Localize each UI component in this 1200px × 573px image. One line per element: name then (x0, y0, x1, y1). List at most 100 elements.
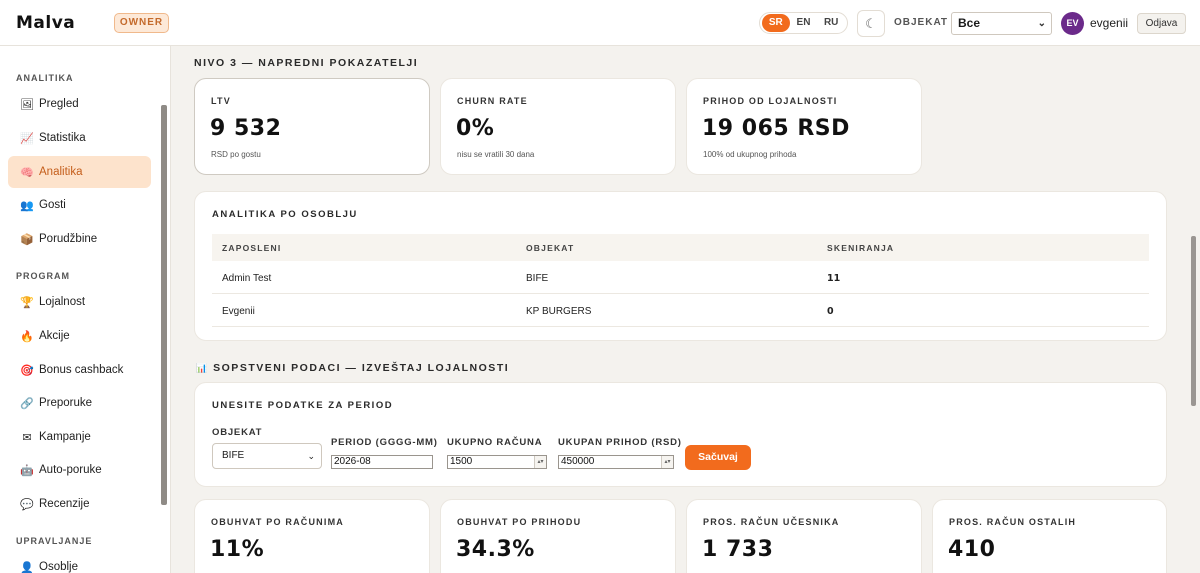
report-section-title: 📊 SOPSTVENI PODACI — IZVEŠTAJ LOJALNOSTI (196, 362, 509, 374)
kpi-value: 9 532 (210, 116, 282, 141)
kpi-label: OBUHVAT PO PRIHODU (457, 517, 582, 527)
column-header-object[interactable]: OBJEKAT (526, 243, 574, 253)
top-bar: Malva OWNER SR EN RU ☾ OBJEKAT Все ⌄ EV … (0, 0, 1200, 46)
sidebar-item-porudzbine[interactable]: 📦 Porudžbine (8, 223, 151, 255)
lang-ru-button[interactable]: RU (817, 14, 845, 32)
report-section-title-text: SOPSTVENI PODACI — IZVEŠTAJ LOJALNOSTI (213, 362, 510, 374)
save-button[interactable]: Sačuvaj (685, 445, 751, 470)
sidebar-item-label: Lojalnost (39, 296, 86, 308)
sidebar-item-auto-poruke[interactable]: 🤖 Auto-poruke (8, 454, 151, 486)
cell-employee: Admin Test (222, 273, 272, 284)
package-icon: 📦 (20, 233, 34, 246)
logout-button[interactable]: Odjava (1137, 13, 1186, 34)
table-row: Evgenii KP BURGERS 0 (212, 294, 1149, 327)
kpi-value: 11% (210, 537, 265, 562)
level3-section-title: NIVO 3 — NAPREDNI POKAZATELJI (194, 57, 419, 69)
kpi-card-receipt-coverage: OBUHVAT PO RAČUNIMA 11% (194, 499, 430, 573)
chart-icon: 📈 (20, 132, 34, 145)
kpi-value: 34.3% (456, 537, 535, 562)
sidebar-item-label: Recenzije (39, 498, 90, 510)
moon-icon: ☾ (865, 16, 877, 31)
kpi-card-revenue-coverage: OBUHVAT PO PRIHODU 34.3% (440, 499, 676, 573)
period-field-label: PERIOD (GGGG-MM) (331, 437, 438, 448)
receipts-input[interactable]: 1500 ▴▾ (447, 455, 547, 469)
sidebar-item-label: Analitika (39, 166, 83, 178)
link-icon: 🔗 (20, 397, 34, 410)
sidebar-scrollbar[interactable] (161, 105, 167, 505)
fire-icon: 🔥 (20, 330, 34, 343)
object-filter-value: Все (958, 16, 981, 30)
sidebar-item-recenzije[interactable]: 💬 Recenzije (8, 488, 151, 520)
kpi-card-ltv: LTV 9 532 RSD po gostu (194, 78, 430, 175)
sidebar-section-analitika: ANALITIKA (16, 73, 74, 83)
report-form-title: UNESITE PODATKE ZA PERIOD (212, 400, 394, 411)
chevron-down-icon: ⌄ (1037, 18, 1046, 29)
sidebar-section-program: PROGRAM (16, 271, 70, 281)
kpi-card-loyalty-revenue: PRIHOD OD LOJALNOSTI 19 065 RSD 100% od … (686, 78, 922, 175)
object-select-value: BIFE (222, 450, 245, 461)
column-header-employee[interactable]: ZAPOSLENI (222, 243, 281, 253)
kpi-subtext: 100% od ukupnog prihoda (703, 150, 797, 159)
app-logo[interactable]: Malva (16, 13, 75, 33)
revenue-input-value: 450000 (561, 456, 595, 467)
object-filter-label: OBJEKAT (894, 17, 949, 28)
kpi-value: 410 (948, 537, 996, 562)
cell-scans: 11 (827, 273, 841, 284)
table-row: Admin Test BIFE 11 (212, 261, 1149, 294)
object-filter-select[interactable]: Все ⌄ (951, 12, 1052, 35)
picture-icon: 🖼 (20, 98, 34, 111)
revenue-field-label: UKUPAN PRIHOD (RSD) (558, 437, 682, 448)
object-field-label: OBJEKAT (212, 427, 263, 438)
sidebar-item-gosti[interactable]: 👥 Gosti (8, 189, 151, 221)
kpi-subtext: nisu se vratili 30 dana (457, 150, 535, 159)
sidebar-item-analitika[interactable]: 🧠 Analitika (8, 156, 151, 188)
theme-toggle-button[interactable]: ☾ (857, 10, 885, 37)
staff-analytics-card: ANALITIKA PO OSOBLJU ZAPOSLENI OBJEKAT S… (194, 191, 1167, 341)
object-select[interactable]: BIFE ⌄ (212, 443, 322, 469)
sidebar-item-statistika[interactable]: 📈 Statistika (8, 122, 151, 154)
kpi-value: 0% (456, 116, 495, 141)
lang-sr-button[interactable]: SR (762, 14, 790, 32)
table-header: ZAPOSLENI OBJEKAT SKENIRANJA (212, 234, 1149, 261)
period-input-value: 2026-08 (334, 456, 371, 467)
kpi-label: OBUHVAT PO RAČUNIMA (211, 517, 344, 527)
cell-object: KP BURGERS (526, 306, 592, 317)
receipts-field-label: UKUPNO RAČUNA (447, 437, 543, 448)
sidebar-item-label: Akcije (39, 330, 70, 342)
sidebar-item-label: Bonus cashback (39, 364, 124, 376)
sidebar-item-label: Statistika (39, 132, 86, 144)
sidebar-item-pregled[interactable]: 🖼 Pregled (8, 88, 151, 120)
revenue-input[interactable]: 450000 ▴▾ (558, 455, 674, 469)
sidebar-item-label: Pregled (39, 98, 79, 110)
cell-scans: 0 (827, 306, 834, 317)
kpi-card-churn-rate: CHURN RATE 0% nisu se vratili 30 dana (440, 78, 676, 175)
chevron-down-icon: ⌄ (307, 451, 315, 461)
page-scrollbar[interactable] (1191, 236, 1196, 406)
cell-employee: Evgenii (222, 306, 255, 317)
stepper-arrows-icon[interactable]: ▴▾ (661, 456, 673, 468)
sidebar-item-kampanje[interactable]: ✉ Kampanje (8, 421, 151, 453)
column-header-scans[interactable]: SKENIRANJA (827, 243, 894, 253)
speech-bubble-icon: 💬 (20, 498, 34, 511)
sidebar-item-bonus-cashback[interactable]: 🎯 Bonus cashback (8, 354, 151, 386)
stepper-arrows-icon[interactable]: ▴▾ (534, 456, 546, 468)
sidebar-item-label: Gosti (39, 199, 66, 211)
user-avatar[interactable]: EV (1061, 12, 1084, 35)
sidebar-item-label: Auto-poruke (39, 464, 102, 476)
role-badge: OWNER (114, 13, 169, 33)
sidebar-item-osoblje[interactable]: 👤 Osoblje (8, 551, 151, 573)
sidebar-item-label: Osoblje (39, 561, 78, 573)
users-icon: 👥 (20, 199, 34, 212)
sidebar-section-upravljanje: UPRAVLJANJE (16, 536, 93, 546)
sidebar-item-akcije[interactable]: 🔥 Akcije (8, 320, 151, 352)
report-form-card: UNESITE PODATKE ZA PERIOD OBJEKAT BIFE ⌄… (194, 382, 1167, 487)
person-icon: 👤 (20, 561, 34, 573)
period-input[interactable]: 2026-08 (331, 455, 433, 469)
kpi-label: CHURN RATE (457, 96, 528, 106)
kpi-value: 19 065 RSD (702, 116, 850, 141)
sidebar-item-preporuke[interactable]: 🔗 Preporuke (8, 387, 151, 419)
lang-en-button[interactable]: EN (790, 14, 818, 32)
sidebar-item-lojalnost[interactable]: 🏆 Lojalnost (8, 286, 151, 318)
staff-analytics-title: ANALITIKA PO OSOBLJU (212, 209, 358, 220)
kpi-subtext: RSD po gostu (211, 150, 261, 159)
